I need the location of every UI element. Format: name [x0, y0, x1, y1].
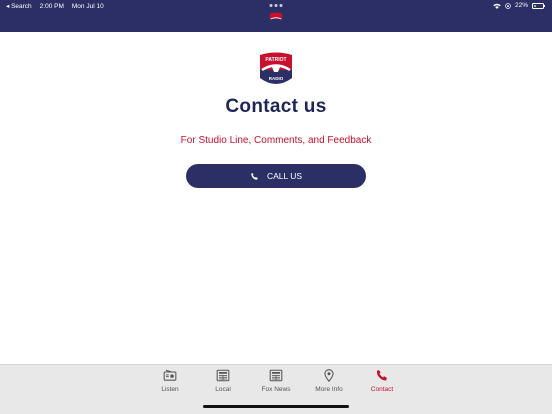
- wifi-icon: [493, 3, 501, 9]
- status-time: 2:00 PM: [39, 2, 64, 10]
- phone-icon: [251, 172, 258, 180]
- tab-fox-news-label: Fox News: [261, 386, 291, 393]
- radio-icon: [163, 369, 177, 381]
- page-subtitle: For Studio Line, Comments, and Feedback: [180, 135, 372, 146]
- orientation-lock-icon: [505, 2, 511, 9]
- patriot-radio-logo: PATRIOT RADIO: [258, 51, 294, 87]
- tab-contact[interactable]: Contact: [357, 369, 407, 401]
- header-logo-icon: [269, 12, 283, 24]
- tab-listen-label: Listen: [161, 386, 179, 393]
- tab-contact-label: Contact: [370, 386, 394, 393]
- battery-percent: 22%: [514, 2, 528, 9]
- tab-local-label: Local: [215, 386, 231, 393]
- home-indicator[interactable]: [203, 405, 349, 408]
- tab-local[interactable]: Local: [198, 369, 248, 401]
- tab-more-info[interactable]: More Info: [304, 369, 354, 401]
- newspaper-icon: [269, 369, 283, 382]
- battery-icon: [532, 2, 545, 9]
- tab-more-info-label: More Info: [315, 386, 343, 393]
- status-date: Mon Jul 10: [71, 2, 104, 10]
- phone-icon: [376, 369, 387, 381]
- newspaper-icon: [216, 369, 230, 382]
- multitask-dots-icon[interactable]: [269, 4, 283, 7]
- call-us-button[interactable]: CALL US: [186, 164, 366, 188]
- status-right: 22%: [493, 2, 545, 9]
- call-us-label: CALL US: [266, 171, 303, 181]
- header-bar: ◂ Search 2:00 PM Mon Jul 10 22%: [0, 0, 552, 32]
- status-left: ◂ Search 2:00 PM Mon Jul 10: [6, 2, 104, 11]
- tab-listen[interactable]: Listen: [145, 369, 195, 401]
- map-pin-icon: [324, 369, 334, 382]
- back-to-search-link[interactable]: ◂ Search: [6, 2, 32, 10]
- logo-bottom-text: RADIO: [269, 76, 284, 81]
- tab-fox-news[interactable]: Fox News: [251, 369, 301, 401]
- page-title: Contact us: [225, 96, 327, 117]
- logo-top-text: PATRIOT: [265, 57, 286, 63]
